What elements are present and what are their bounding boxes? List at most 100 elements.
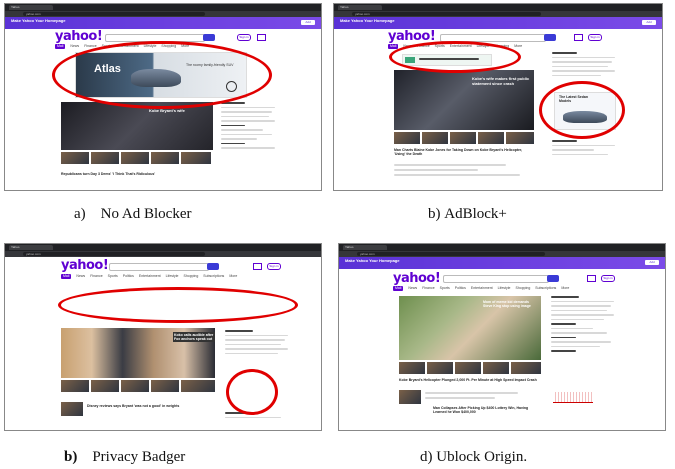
story-thumbnail[interactable]: [511, 362, 541, 374]
url-field[interactable]: yahoo.com: [357, 252, 545, 256]
browser-tab[interactable]: Yahoo: [9, 5, 53, 10]
search-button[interactable]: [207, 263, 219, 270]
caption-c: b) Privacy Badger: [64, 449, 185, 466]
hero-image[interactable]: Kobe's wife makes first public statement…: [394, 70, 534, 130]
story-thumbnail[interactable]: [181, 152, 211, 164]
nav-item-lifestyle[interactable]: Lifestyle: [166, 274, 179, 279]
news-thumbnail[interactable]: [399, 390, 421, 404]
nav-item-subscriptions[interactable]: Subscriptions: [535, 286, 556, 291]
nav-item-politics[interactable]: Politics: [455, 286, 466, 291]
nav-item-more[interactable]: More: [561, 286, 569, 291]
chart-sparkline: [553, 392, 593, 403]
story-thumbnail[interactable]: [455, 362, 481, 374]
story-thumbnail[interactable]: [399, 362, 425, 374]
nav-item-mail[interactable]: Mail: [55, 44, 66, 49]
nav-item-more[interactable]: More: [229, 274, 237, 279]
browser-tab[interactable]: Yahoo: [338, 5, 382, 10]
story-thumbnail[interactable]: [151, 380, 179, 392]
caption-a-label: a): [74, 206, 86, 222]
story-thumbnail[interactable]: [181, 380, 215, 392]
sign-in-button[interactable]: Sign in: [237, 34, 251, 41]
news-headline[interactable]: Kobe Bryant's Helicopter Plunged 2,000 F…: [399, 378, 541, 382]
tab-bar: Yahoo: [339, 244, 665, 251]
browser-tab[interactable]: Yahoo: [343, 245, 387, 250]
sign-in-button[interactable]: Sign in: [588, 34, 602, 41]
search-input[interactable]: [109, 263, 209, 271]
hero-image[interactable]: Mom of meme kid demands Steve King stop …: [399, 296, 541, 360]
tab-bar: Yahoo: [334, 4, 662, 11]
promo-title: Make Yahoo Your Homepage: [340, 18, 395, 23]
caption-c-text: Privacy Badger: [92, 449, 186, 465]
hero-headline[interactable]: Kobe's wife makes first public statement…: [472, 76, 532, 86]
mail-icon[interactable]: [253, 263, 262, 270]
nav-item-entertainment[interactable]: Entertainment: [471, 286, 493, 291]
story-thumbnail[interactable]: [478, 132, 504, 144]
nav-item-more[interactable]: More: [514, 44, 522, 49]
story-thumbnail[interactable]: [427, 362, 453, 374]
nav-item-mail[interactable]: Mail: [393, 286, 404, 291]
hero-image[interactable]: Kobe Bryant's wife: [61, 102, 213, 150]
story-thumbnail[interactable]: [422, 132, 448, 144]
story-thumbnail[interactable]: [91, 380, 119, 392]
story-thumbnail[interactable]: [91, 152, 119, 164]
story-thumbnail[interactable]: [61, 380, 89, 392]
hero-headline[interactable]: Mom of meme kid demands Steve King stop …: [483, 300, 537, 308]
browser-window-d: Yahoo yahoo.com Make Yahoo Your Homepage…: [338, 243, 666, 431]
yahoo-logo[interactable]: yahoo!: [393, 271, 441, 286]
nav-item-shopping[interactable]: Shopping: [516, 286, 531, 291]
promo-button[interactable]: Add: [645, 260, 659, 265]
caption-d: d) Ublock Origin.: [420, 449, 527, 466]
news-headline-2[interactable]: Man Collapses After Picking Up $400 Lott…: [433, 406, 541, 414]
news-headline[interactable]: Republicans turn Day 3 Dems' 'I Think Th…: [61, 172, 211, 177]
nav-item-lifestyle[interactable]: Lifestyle: [498, 286, 511, 291]
url-field[interactable]: yahoo.com: [23, 12, 205, 16]
nav-item-news[interactable]: News: [70, 44, 79, 49]
nav-item-politics[interactable]: Politics: [123, 274, 134, 279]
nav-item-sports[interactable]: Sports: [440, 286, 450, 291]
yahoo-logo[interactable]: yahoo!: [61, 258, 109, 273]
search-button[interactable]: [203, 34, 215, 41]
browser-tab[interactable]: Yahoo: [9, 245, 53, 250]
nav-item-news[interactable]: News: [76, 274, 85, 279]
nav-item-finance[interactable]: Finance: [90, 274, 102, 279]
story-thumbnail[interactable]: [121, 152, 149, 164]
news-thumbnail[interactable]: [61, 402, 83, 416]
hero-headline[interactable]: Koko calls audible after Fox anchors spe…: [173, 332, 215, 342]
nav-item-subscriptions[interactable]: Subscriptions: [203, 274, 224, 279]
mail-icon[interactable]: [257, 34, 266, 41]
sign-in-button[interactable]: Sign in: [601, 275, 615, 282]
search-button[interactable]: [547, 275, 559, 282]
story-thumbnail[interactable]: [506, 132, 534, 144]
mail-icon[interactable]: [587, 275, 596, 282]
news-headline[interactable]: Disney reviews says Bryant 'was not a go…: [87, 404, 215, 408]
news-list: [425, 392, 541, 402]
search-input[interactable]: [443, 275, 549, 283]
nav-item-entertainment[interactable]: Entertainment: [139, 274, 161, 279]
url-field[interactable]: yahoo.com: [23, 252, 205, 256]
news-headline[interactable]: Man Charts Blaine Kobe Jones for Taking …: [394, 148, 534, 156]
promo-button[interactable]: Add: [642, 20, 656, 25]
nav-item-news[interactable]: News: [408, 286, 417, 291]
story-thumbnail[interactable]: [121, 380, 149, 392]
yahoo-logo[interactable]: yahoo!: [55, 29, 103, 44]
promo-button[interactable]: Add: [301, 20, 315, 25]
story-thumbnail[interactable]: [450, 132, 476, 144]
mail-icon[interactable]: [574, 34, 583, 41]
hero-image[interactable]: Koko calls audible after Fox anchors spe…: [61, 328, 215, 378]
nav-item-shopping[interactable]: Shopping: [184, 274, 199, 279]
story-thumbnail[interactable]: [394, 132, 420, 144]
nav-item-sports[interactable]: Sports: [108, 274, 118, 279]
caption-b-text: AdBlock+: [444, 206, 507, 222]
story-thumbnail[interactable]: [61, 152, 89, 164]
story-thumbnail[interactable]: [483, 362, 509, 374]
caption-b: b) AdBlock+: [428, 206, 507, 223]
url-field[interactable]: yahoo.com: [352, 12, 541, 16]
search-button[interactable]: [544, 34, 556, 41]
story-thumbnail[interactable]: [151, 152, 179, 164]
nav-item-finance[interactable]: Finance: [422, 286, 434, 291]
annotation-ellipse: [539, 81, 625, 139]
caption-a: a) No Ad Blocker: [74, 206, 191, 223]
panel-d-screenshot: Yahoo yahoo.com Make Yahoo Your Homepage…: [338, 243, 666, 431]
sign-in-button[interactable]: Sign in: [267, 263, 281, 270]
nav-item-mail[interactable]: Mail: [61, 274, 72, 279]
